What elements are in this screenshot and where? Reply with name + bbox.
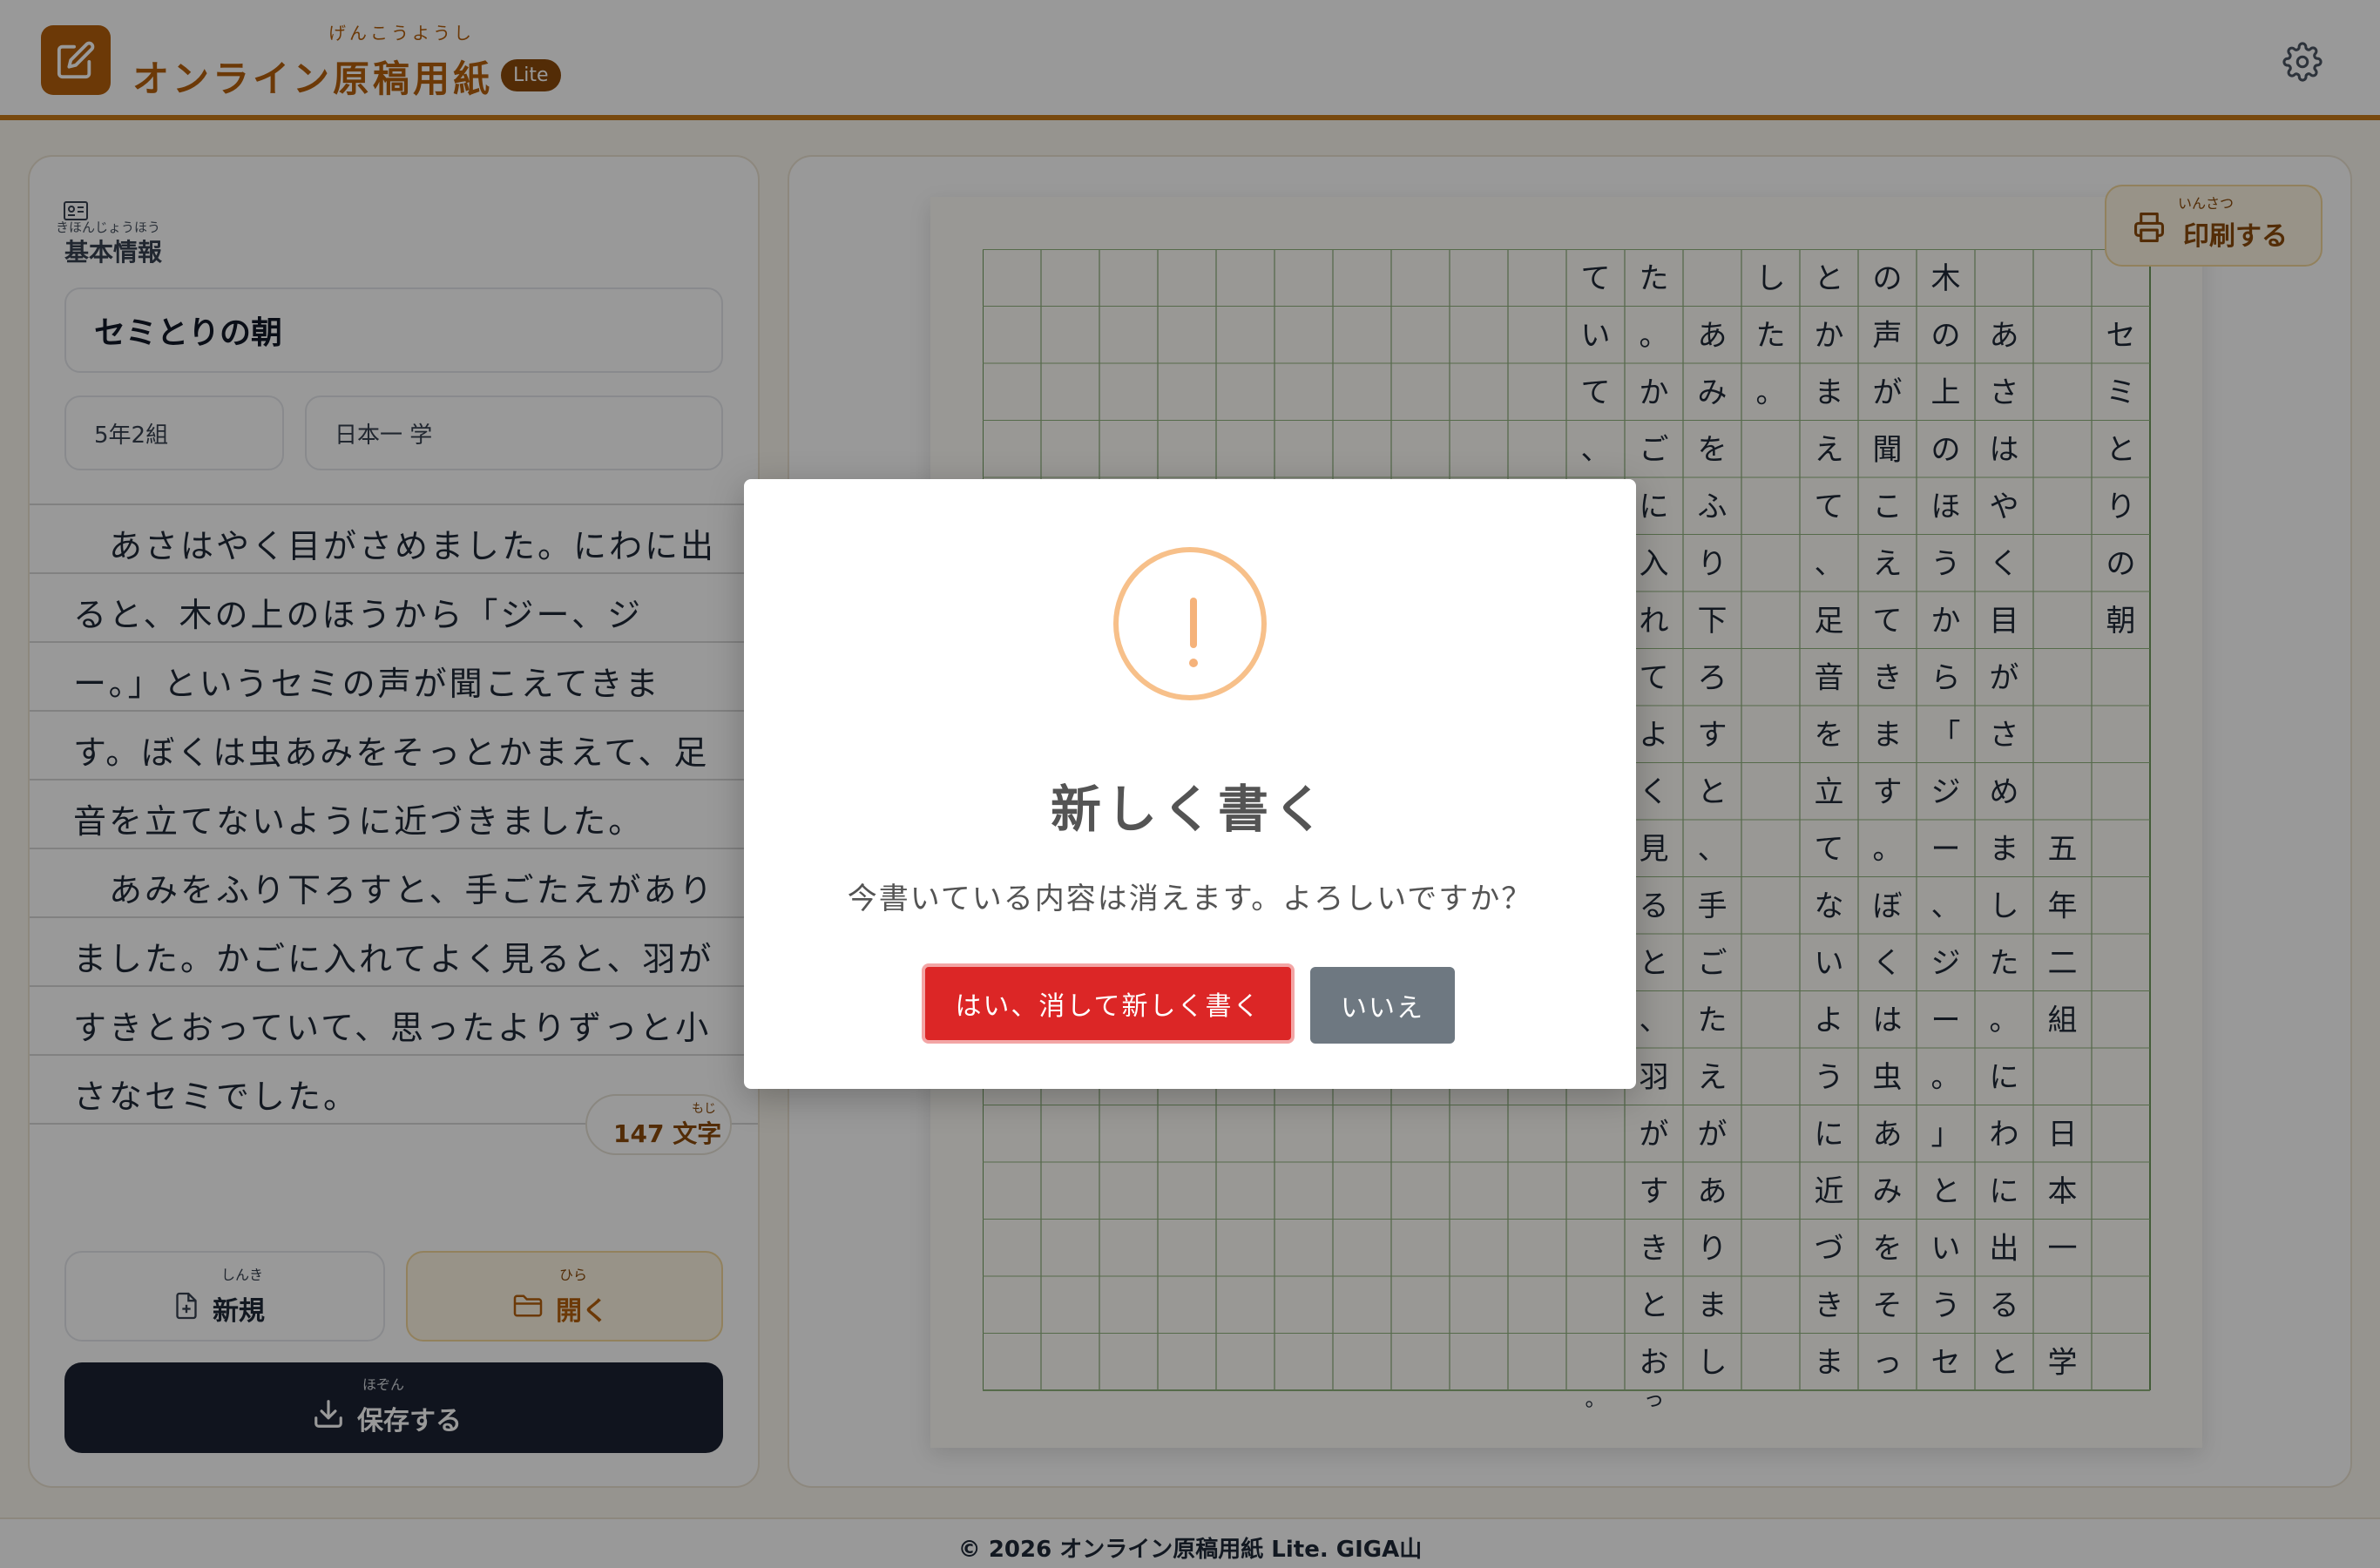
cancel-button[interactable]: いいえ [1310,967,1455,1044]
warning-icon [1113,547,1267,700]
dialog-title: 新しく書く [1050,780,1329,839]
warning-icon-dot [1189,659,1198,667]
confirm-dialog: 新しく書く 今書いている内容は消えます。よろしいですか？ はい、消して新しく書く… [744,479,1636,1089]
warning-icon-bar [1190,598,1197,648]
confirm-new-button[interactable]: はい、消して新しく書く [922,963,1295,1044]
dialog-message: 今書いている内容は消えます。よろしいですか？ [847,882,1533,916]
